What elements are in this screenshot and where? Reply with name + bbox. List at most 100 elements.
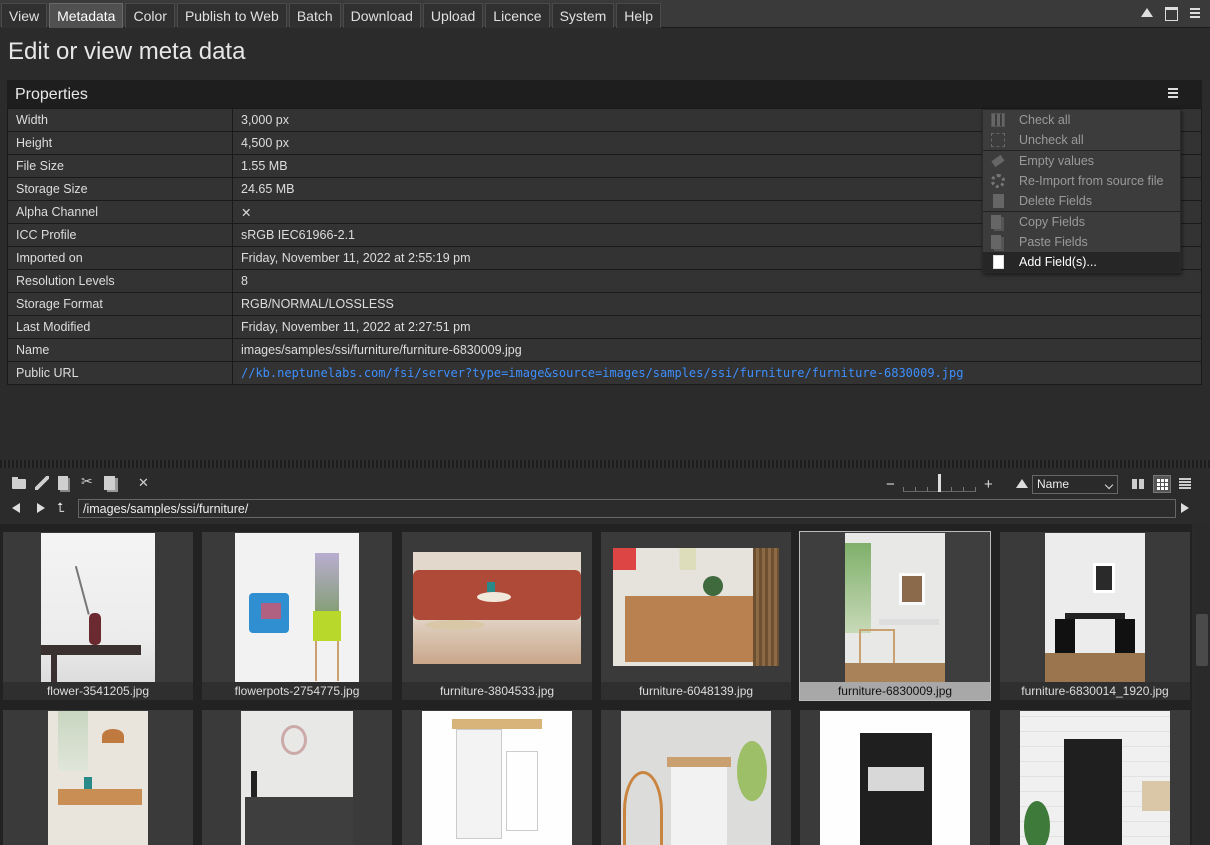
branch-shape (74, 561, 108, 615)
thumbnail-item[interactable]: furniture-3804533.jpg (402, 532, 592, 700)
thumbnail-item[interactable] (202, 710, 392, 845)
sideboard-shape (625, 596, 757, 662)
menu-item-delete-fields[interactable]: Delete Fields (983, 191, 1180, 211)
desk-shape (879, 619, 939, 625)
tab-metadata[interactable]: Metadata (49, 3, 124, 28)
thumbnail-image (48, 711, 148, 845)
main-tab-bar: View Metadata Color Publish to Web Batch… (0, 0, 1210, 28)
thumbnail-item[interactable] (3, 710, 193, 845)
thumbnail-image (820, 711, 970, 845)
cart-drawers-shape (456, 729, 502, 839)
view-list-icon[interactable] (1176, 475, 1194, 493)
property-value[interactable]: Friday, November 11, 2022 at 2:27:51 pm (232, 315, 1202, 339)
table-row: Public URL //kb.neptunelabs.com/fsi/serve… (7, 361, 1202, 385)
delete-close-icon[interactable] (138, 475, 152, 491)
thumbnail-item[interactable]: flowerpots-2754775.jpg (202, 532, 392, 700)
view-grid-icon[interactable] (1153, 475, 1171, 493)
menu-item-label: Empty values (1019, 154, 1095, 168)
tab-view[interactable]: View (1, 3, 48, 28)
zoom-slider-thumb[interactable] (938, 474, 941, 492)
collapse-up-icon[interactable] (1140, 6, 1154, 20)
thumbnail-item-selected[interactable]: furniture-6830009.jpg (799, 531, 991, 701)
check-all-icon (991, 113, 1005, 127)
menu-item-add-fields[interactable]: Add Field(s)... (983, 252, 1180, 272)
thumbnail-item[interactable]: flower-3541205.jpg (3, 532, 193, 700)
tab-download[interactable]: Download (342, 3, 421, 28)
cart-top-shape (667, 757, 731, 767)
maximize-icon[interactable] (1164, 6, 1178, 21)
rename-pencil-icon[interactable] (35, 476, 49, 490)
thumbnail-item[interactable] (1000, 710, 1190, 845)
thumbnail-image (422, 711, 572, 845)
thumbnail-image (845, 533, 945, 683)
stand-shape (315, 641, 339, 681)
zoom-in-button[interactable]: + (984, 476, 993, 493)
properties-title: Properties (15, 86, 88, 103)
thumbnail-item[interactable]: furniture-6048139.jpg (601, 532, 791, 700)
lavender-shape (315, 553, 339, 611)
tab-system[interactable]: System (551, 3, 615, 28)
nav-forward-icon[interactable] (37, 503, 45, 513)
tab-color[interactable]: Color (125, 3, 175, 28)
nav-up-icon[interactable]: ⮤ (57, 500, 65, 516)
thumbnail-caption: flowerpots-2754775.jpg (202, 682, 392, 700)
menu-item-paste-fields[interactable]: Paste Fields (983, 232, 1180, 252)
nav-back-icon[interactable] (12, 503, 20, 513)
menu-item-label: Uncheck all (1019, 133, 1084, 147)
dresser-shape (245, 797, 353, 845)
new-folder-icon[interactable] (12, 477, 26, 489)
view-columns-icon[interactable] (1130, 475, 1148, 493)
cabinet-shape (1064, 739, 1122, 845)
basket-shape (1142, 781, 1170, 811)
tab-list: View Metadata Color Publish to Web Batch… (1, 3, 663, 28)
tab-upload[interactable]: Upload (422, 3, 484, 28)
property-key: Storage Format (7, 292, 233, 316)
cart-body-shape (671, 767, 727, 845)
menu-item-label: Copy Fields (1019, 215, 1085, 229)
tab-help[interactable]: Help (616, 3, 662, 28)
panel-splitter[interactable] (0, 460, 1210, 468)
property-value[interactable]: images/samples/ssi/furniture/furniture-6… (232, 338, 1202, 362)
path-input[interactable] (78, 499, 1176, 518)
table-leg (51, 653, 57, 683)
plant-shape (703, 576, 723, 596)
property-key: ICC Profile (7, 223, 233, 247)
menu-item-label: Paste Fields (1019, 235, 1088, 249)
cart-top-shape (452, 719, 542, 729)
menu-item-check-all[interactable]: Check all (983, 110, 1180, 130)
menu-item-copy-fields[interactable]: Copy Fields (983, 212, 1180, 232)
hamburger-menu-icon[interactable] (1188, 6, 1202, 20)
tab-licence[interactable]: Licence (485, 3, 550, 28)
sort-by-select[interactable]: Name (1032, 475, 1118, 494)
window-shape (58, 711, 88, 771)
menu-item-empty-values[interactable]: Empty values (983, 151, 1180, 171)
paste-icon[interactable] (104, 476, 115, 490)
copy-icon (991, 215, 1001, 229)
scrollbar-thumb[interactable] (1196, 614, 1208, 666)
copy-icon[interactable] (58, 476, 68, 490)
coffee-table-shape (425, 620, 485, 630)
public-url-link[interactable]: //kb.neptunelabs.com/fsi/server?type=ima… (241, 366, 963, 380)
gear-icon (991, 174, 1005, 188)
thumbnail-image (235, 533, 359, 683)
menu-item-reimport[interactable]: Re-Import from source file (983, 171, 1180, 191)
thumbnail-item[interactable] (402, 710, 592, 845)
tab-publish-to-web[interactable]: Publish to Web (176, 3, 287, 28)
menu-item-uncheck-all[interactable]: Uncheck all (983, 130, 1180, 150)
thumbnail-image (1045, 533, 1145, 683)
sort-direction-icon[interactable] (1016, 479, 1028, 488)
thumbnail-item[interactable] (800, 710, 990, 845)
thumbnail-image (241, 711, 353, 845)
property-value[interactable]: RGB/NORMAL/LOSSLESS (232, 292, 1202, 316)
properties-menu-icon[interactable] (1168, 88, 1178, 98)
app-window: View Metadata Color Publish to Web Batch… (0, 0, 1210, 845)
zoom-out-button[interactable]: − (886, 476, 895, 493)
thumbnail-item[interactable] (601, 710, 791, 845)
window-controls (1140, 6, 1202, 21)
tab-batch[interactable]: Batch (288, 3, 341, 28)
cut-scissors-icon[interactable] (81, 473, 95, 490)
thumbnail-item[interactable]: furniture-6830014_1920.jpg (1000, 532, 1190, 700)
open-shelf-shape (868, 767, 924, 791)
thumbnail-scrollbar[interactable] (1194, 524, 1210, 845)
path-go-icon[interactable] (1181, 503, 1189, 513)
